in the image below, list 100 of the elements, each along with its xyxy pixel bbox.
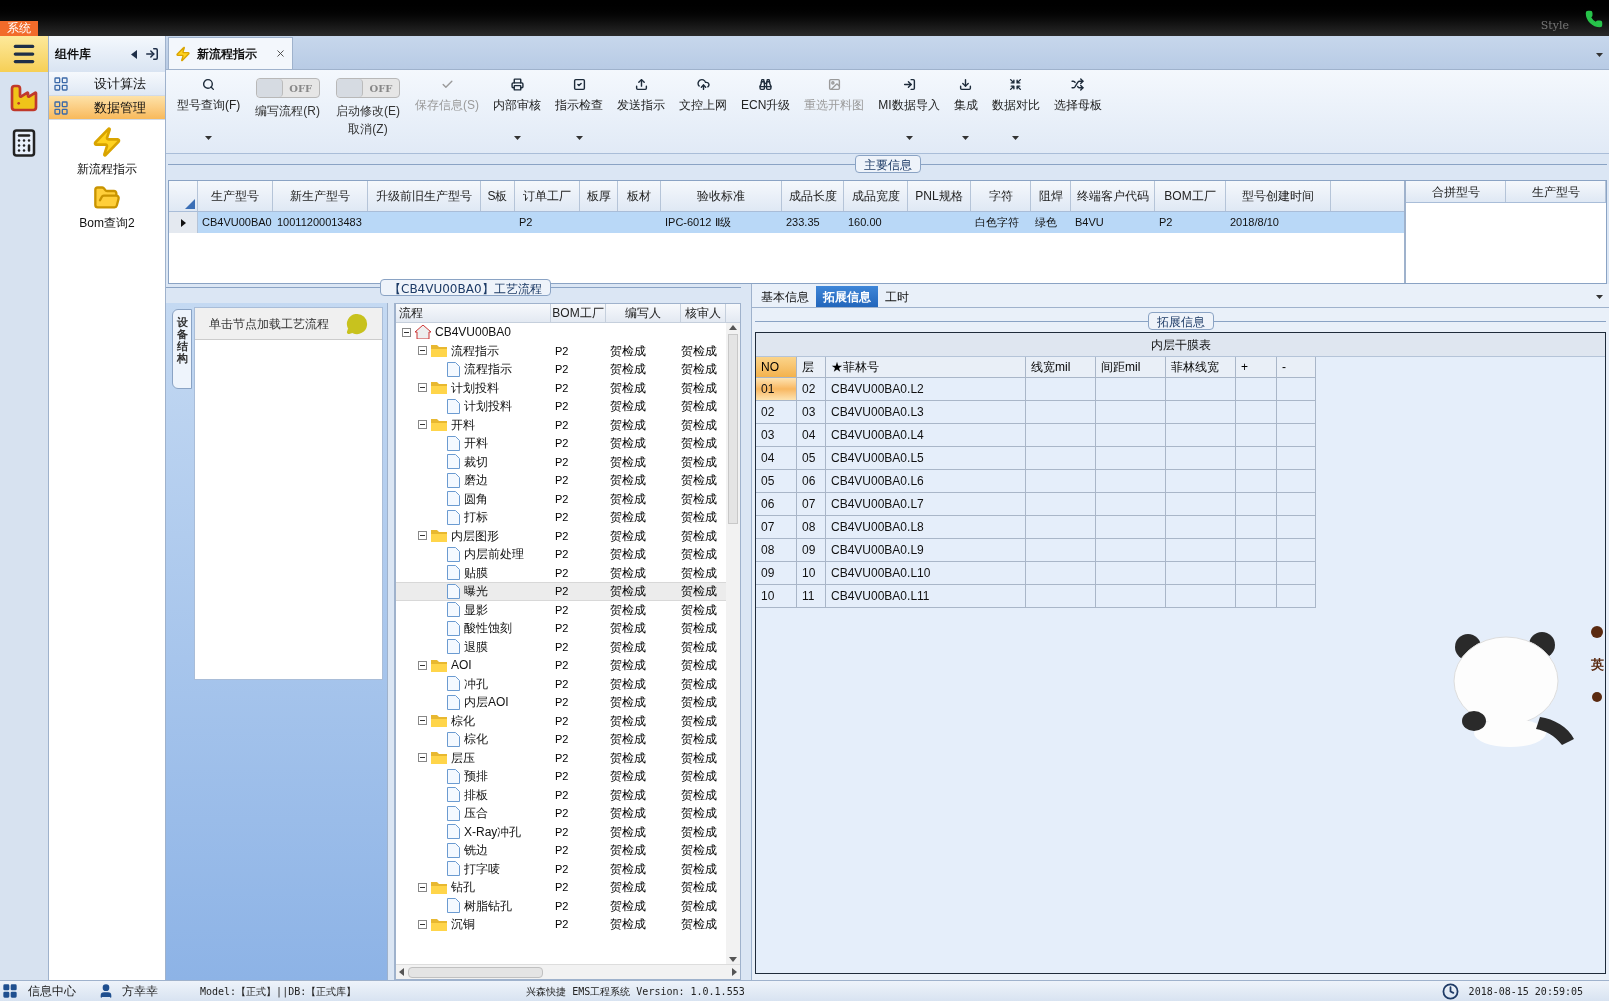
toolbar-button[interactable]: 选择母板 <box>1046 74 1109 146</box>
column-header[interactable]: 层 <box>797 357 826 378</box>
collapse-icon[interactable] <box>418 919 427 929</box>
toolbar-button[interactable]: MI数据导入 <box>871 74 947 146</box>
collapse-icon[interactable] <box>402 327 411 337</box>
collapse-icon[interactable] <box>418 420 427 430</box>
column-header[interactable]: 线宽mil <box>1026 357 1096 378</box>
tree-row[interactable]: 沉铜 P2 贺检成 贺检成 <box>396 915 726 934</box>
tree-row[interactable]: 排板 P2 贺检成 贺检成 <box>396 785 726 804</box>
tree-row[interactable]: 压合 P2 贺检成 贺检成 <box>396 804 726 823</box>
column-header[interactable]: 板材 <box>618 181 661 211</box>
column-header[interactable]: 生产型号 <box>1506 181 1606 202</box>
tree-row[interactable]: 棕化 P2 贺检成 贺检成 <box>396 730 726 749</box>
column-header[interactable]: 订单工厂 <box>515 181 580 211</box>
style-label[interactable]: Style <box>1540 17 1569 34</box>
tree-row[interactable]: 退膜 P2 贺检成 贺检成 <box>396 637 726 656</box>
tree-row[interactable]: 内层图形 P2 贺检成 贺检成 <box>396 526 726 545</box>
tree-row[interactable]: 流程指示 P2 贺检成 贺检成 <box>396 341 726 360</box>
tree-row[interactable]: 显影 P2 贺检成 贺检成 <box>396 600 726 619</box>
column-header[interactable]: 验收标准 <box>661 181 782 211</box>
column-header[interactable]: 生产型号 <box>198 181 273 211</box>
column-header[interactable]: 编写人 <box>606 304 681 322</box>
toolbar-button[interactable]: 集成 <box>946 74 985 146</box>
column-header[interactable]: 核审人 <box>681 304 726 322</box>
tree-row[interactable]: 贴膜 P2 贺检成 贺检成 <box>396 563 726 582</box>
row-number-cell[interactable]: 10 <box>756 585 797 608</box>
scroll-left-icon[interactable] <box>399 968 404 976</box>
select-all-icon[interactable] <box>185 199 195 209</box>
column-header[interactable]: - <box>1277 357 1316 378</box>
toolbar-button[interactable]: 数据对比 <box>984 74 1047 146</box>
toolbar-button[interactable]: 发送指示 <box>610 74 672 146</box>
tree-row[interactable]: 流程指示 P2 贺检成 贺检成 <box>396 360 726 379</box>
tree-row[interactable]: 树脂钻孔 P2 贺检成 贺检成 <box>396 896 726 915</box>
shortcut-item[interactable]: Bom查询2 <box>49 184 165 232</box>
toolbar-button[interactable]: 型号查询(F) <box>170 74 248 146</box>
column-header[interactable]: 成品长度 <box>782 181 844 211</box>
tree-row[interactable]: 开料 P2 贺检成 贺检成 <box>396 434 726 453</box>
toolbar-button[interactable]: 文控上网 <box>672 74 734 146</box>
tree-row[interactable]: 打标 P2 贺检成 贺检成 <box>396 508 726 527</box>
column-header[interactable]: 阻焊 <box>1031 181 1071 211</box>
column-header[interactable]: + <box>1236 357 1277 378</box>
column-header[interactable]: BOM工厂 <box>551 304 606 322</box>
collapse-icon[interactable] <box>418 716 427 726</box>
column-header[interactable]: 字符 <box>971 181 1031 211</box>
message-center-link[interactable]: 信息中心 <box>28 982 76 1000</box>
grid-icon[interactable] <box>2 983 18 999</box>
tree-row[interactable]: 计划投料 P2 贺检成 贺检成 <box>396 378 726 397</box>
side-tab[interactable]: 设备结构 <box>172 309 192 389</box>
tree-row[interactable]: 开料 P2 贺检成 贺检成 <box>396 415 726 434</box>
column-header[interactable]: 终端客户代码 <box>1071 181 1155 211</box>
tree-row[interactable]: 内层前处理 P2 贺检成 贺检成 <box>396 545 726 564</box>
tab[interactable]: 拓展信息 <box>816 286 878 307</box>
collapse-left-icon[interactable] <box>131 49 137 59</box>
shortcut-item[interactable]: 新流程指示 <box>49 126 165 178</box>
column-header[interactable]: 升级前旧生产型号 <box>368 181 481 211</box>
row-number-cell[interactable]: 04 <box>756 447 797 470</box>
tree-row[interactable]: 曝光 P2 贺检成 贺检成 <box>396 582 726 601</box>
tree-row[interactable]: AOI P2 贺检成 贺检成 <box>396 656 726 675</box>
document-tab[interactable]: 新流程指示 <box>168 37 293 69</box>
tree-row[interactable]: 冲孔 P2 贺检成 贺检成 <box>396 674 726 693</box>
row-number-cell[interactable]: 06 <box>756 493 797 516</box>
tree-row[interactable]: 裁切 P2 贺检成 贺检成 <box>396 452 726 471</box>
column-header[interactable]: 菲林线宽 <box>1166 357 1236 378</box>
collapse-icon[interactable] <box>418 753 427 763</box>
tree-row[interactable]: X-Ray冲孔 P2 贺检成 贺检成 <box>396 822 726 841</box>
tree-row[interactable]: 计划投料 P2 贺检成 贺检成 <box>396 397 726 416</box>
row-number-cell[interactable]: 01 <box>756 378 797 401</box>
column-header[interactable]: S板 <box>481 181 515 211</box>
scroll-up-icon[interactable] <box>729 325 737 330</box>
close-icon[interactable] <box>275 48 286 59</box>
collapse-icon[interactable] <box>418 660 427 670</box>
column-header[interactable]: BOM工厂 <box>1155 181 1226 211</box>
column-header[interactable]: 流程 <box>396 304 551 322</box>
row-number-cell[interactable]: 02 <box>756 401 797 424</box>
tree-row[interactable]: 酸性蚀刻 P2 贺检成 贺检成 <box>396 619 726 638</box>
column-header[interactable]: 新生产型号 <box>273 181 368 211</box>
ime-widget[interactable]: 英 <box>1587 624 1607 704</box>
scroll-thumb[interactable] <box>728 334 738 524</box>
toolbar-button[interactable]: 指示检查 <box>548 74 610 146</box>
horizontal-scrollbar[interactable] <box>396 964 740 979</box>
column-header[interactable]: ★菲林号 <box>826 357 1026 378</box>
factory-icon[interactable] <box>8 82 40 114</box>
scroll-down-icon[interactable] <box>729 957 737 962</box>
cancel-label[interactable]: 取消(Z) <box>348 120 388 138</box>
toolbar-button[interactable]: ECN升级 <box>734 74 798 146</box>
tree-row[interactable]: 层压 P2 贺检成 贺检成 <box>396 748 726 767</box>
column-header[interactable]: NO <box>756 357 797 378</box>
vertical-scrollbar[interactable] <box>726 323 740 964</box>
collapse-icon[interactable] <box>418 531 427 541</box>
tree-row[interactable]: 磨边 P2 贺检成 贺检成 <box>396 471 726 490</box>
scroll-thumb[interactable] <box>408 966 543 978</box>
row-number-cell[interactable]: 07 <box>756 516 797 539</box>
tree-row[interactable]: 打字唛 P2 贺检成 贺检成 <box>396 859 726 878</box>
scroll-right-icon[interactable] <box>732 968 737 976</box>
row-header[interactable] <box>169 212 198 233</box>
row-number-cell[interactable]: 05 <box>756 470 797 493</box>
tree-row[interactable]: 圆角 P2 贺检成 贺检成 <box>396 489 726 508</box>
row-number-cell[interactable]: 03 <box>756 424 797 447</box>
column-header[interactable]: 间距mil <box>1096 357 1166 378</box>
tab[interactable]: 工时 <box>878 286 916 307</box>
